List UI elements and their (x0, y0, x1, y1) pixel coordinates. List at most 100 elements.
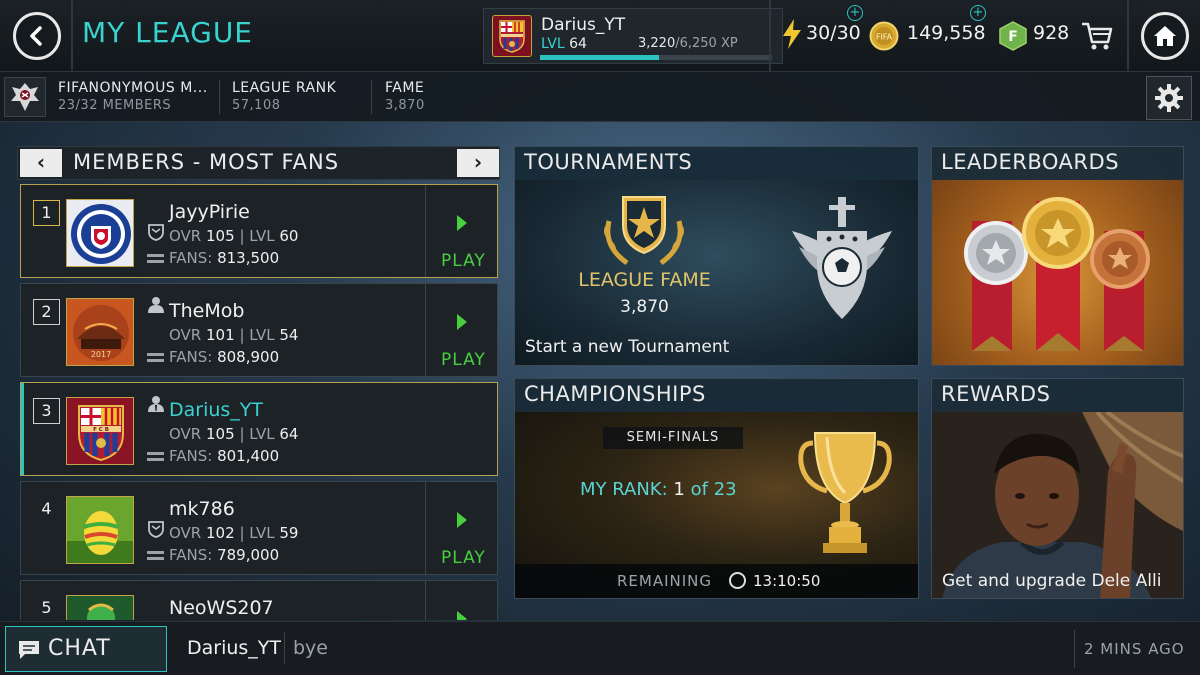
chat-label: CHAT (48, 636, 111, 661)
home-button[interactable] (1141, 12, 1189, 60)
league-name-block: FIFANONYMOUS M... 23/32 MEMBERS (58, 80, 208, 113)
home-icon (1154, 26, 1176, 46)
fifa-points-value: 928 (1033, 22, 1070, 44)
league-rank-value: 57,108 (232, 98, 281, 113)
remaining-time: 13:10:50 (753, 572, 821, 590)
ovr-label: OVR (169, 524, 202, 542)
medals-icon (964, 197, 1150, 351)
chat-last-message: bye (293, 637, 328, 659)
shield-icon (148, 224, 164, 241)
chat-timestamp: 2 MINS AGO (1084, 640, 1185, 658)
league-members: 23/32 MEMBERS (58, 98, 172, 113)
start-tournament-link[interactable]: Start a new Tournament (525, 337, 729, 357)
ovr-value: 105 (206, 227, 235, 245)
back-arrow-icon (30, 26, 42, 46)
next-list-button[interactable]: › (457, 149, 499, 177)
my-rank-label: MY RANK: (580, 479, 668, 500)
member-fans: FANS: 801,400 (169, 447, 279, 465)
member-rank: 4 (41, 499, 52, 518)
play-button[interactable] (425, 581, 498, 620)
member-row[interactable]: 2 2017 TheMob OVR 101 | LVL 54 FANS: 808… (20, 283, 498, 377)
member-name: JayyPirie (169, 201, 250, 223)
fifa-points-icon: F (999, 21, 1027, 51)
divider (1074, 630, 1075, 668)
fans-label: FANS: (169, 546, 213, 564)
manager-icon (148, 396, 164, 412)
lvl-value: 59 (279, 524, 299, 542)
tournaments-tile[interactable]: TOURNAMENTS LEAGUE FAME 3,870 Start a ne… (514, 146, 919, 366)
member-row[interactable]: 1 JayyPirie OVR 105 | LVL 60 FANS: 813,5… (20, 184, 498, 278)
members-list[interactable]: 1 JayyPirie OVR 105 | LVL 60 FANS: 813,5… (17, 181, 500, 620)
member-rank: 2 (33, 299, 60, 325)
stopwatch-icon (729, 572, 746, 589)
green-crest-icon (66, 595, 134, 620)
member-stats: OVR 101 | LVL 54 (169, 326, 298, 344)
tile-header: CHAMPIONSHIPS (515, 379, 918, 412)
lvl-label: LVL (249, 524, 275, 542)
chat-bubble-icon (19, 641, 39, 659)
play-icon (457, 314, 467, 330)
ovr-value: 102 (206, 524, 235, 542)
my-rank-of: of (690, 479, 708, 500)
ovr-label: OVR (169, 227, 202, 245)
divider (219, 80, 220, 114)
add-coins-icon[interactable]: + (970, 5, 986, 21)
coin-icon: FIFA (869, 21, 899, 51)
remaining-label: REMAINING (617, 572, 713, 590)
championships-tile[interactable]: CHAMPIONSHIPS SEMI-FINALS MY RANK: 1 of … (514, 378, 919, 599)
rewards-caption[interactable]: Get and upgrade Dele Alli (942, 571, 1161, 591)
member-row[interactable]: 5 NeoWS207 (20, 580, 498, 620)
divider (284, 632, 285, 664)
trophy-icon (798, 432, 892, 553)
profile-box[interactable]: Darius_YT LVL 64 3,220/6,250 XP (483, 8, 783, 64)
play-button[interactable]: PLAY (425, 482, 498, 574)
stadium-crest-icon: 2017 (66, 298, 134, 366)
fame-value: 3,870 (385, 98, 425, 113)
league-emblem-icon[interactable] (4, 77, 46, 117)
previous-list-button[interactable]: ‹ (20, 149, 62, 177)
leaderboards-tile[interactable]: LEADERBOARDS (931, 146, 1184, 366)
settings-button[interactable] (1146, 76, 1192, 120)
energy-value: 30/30 (806, 22, 861, 44)
stat-divider: | (239, 227, 245, 245)
member-name: mk786 (169, 498, 235, 520)
rewards-tile[interactable]: REWARDS Get and upgrade Dele Alli (931, 378, 1184, 599)
ovr-label: OVR (169, 326, 202, 344)
play-button[interactable]: PLAY (425, 185, 498, 277)
member-fans: FANS: 813,500 (169, 249, 279, 267)
stat-divider: | (239, 326, 245, 344)
member-fans: FANS: 808,900 (169, 348, 279, 366)
profile-name: Darius_YT (541, 15, 626, 35)
lvl-value: 54 (279, 326, 299, 344)
play-label: PLAY (441, 350, 486, 370)
member-row-current-user[interactable]: 3 F C B Darius_YT OVR 105 | LVL 64 FANS:… (20, 382, 498, 476)
divider (769, 0, 771, 72)
remaining-bar: REMAINING 13:10:50 (515, 564, 918, 598)
user-icon (148, 297, 164, 313)
league-fame-label: LEAGUE FAME (578, 269, 711, 291)
league-rank-label: LEAGUE RANK (232, 80, 337, 96)
play-button[interactable]: PLAY (425, 284, 498, 376)
svg-text:F C B: F C B (93, 427, 109, 433)
fans-value: 801,400 (217, 447, 280, 465)
league-rank-block: LEAGUE RANK 57,108 (232, 80, 336, 113)
fans-label: FANS: (169, 348, 213, 366)
member-row[interactable]: 4 mk786 OVR 102 | LVL 59 FANS: 789,000 P… (20, 481, 498, 575)
ovr-value: 105 (206, 425, 235, 443)
fans-icon (147, 353, 164, 362)
lvl-label: LVL (249, 326, 275, 344)
page-title: MY LEAGUE (82, 16, 253, 49)
svg-text:F: F (1008, 29, 1018, 45)
back-button[interactable] (13, 12, 61, 60)
member-name: Darius_YT (169, 399, 264, 421)
chat-button[interactable]: CHAT (5, 626, 167, 672)
fans-icon (147, 551, 164, 560)
members-panel-header: ‹ MEMBERS - MOST FANS › (17, 146, 500, 180)
fans-icon (147, 452, 164, 461)
shopping-cart-icon[interactable] (1080, 20, 1114, 52)
tournament-emblem-icon (792, 197, 892, 319)
tile-title: LEADERBOARDS (941, 150, 1120, 174)
add-energy-icon[interactable]: + (847, 5, 863, 21)
play-icon (457, 512, 467, 528)
xp-max: /6,250 XP (675, 36, 738, 51)
